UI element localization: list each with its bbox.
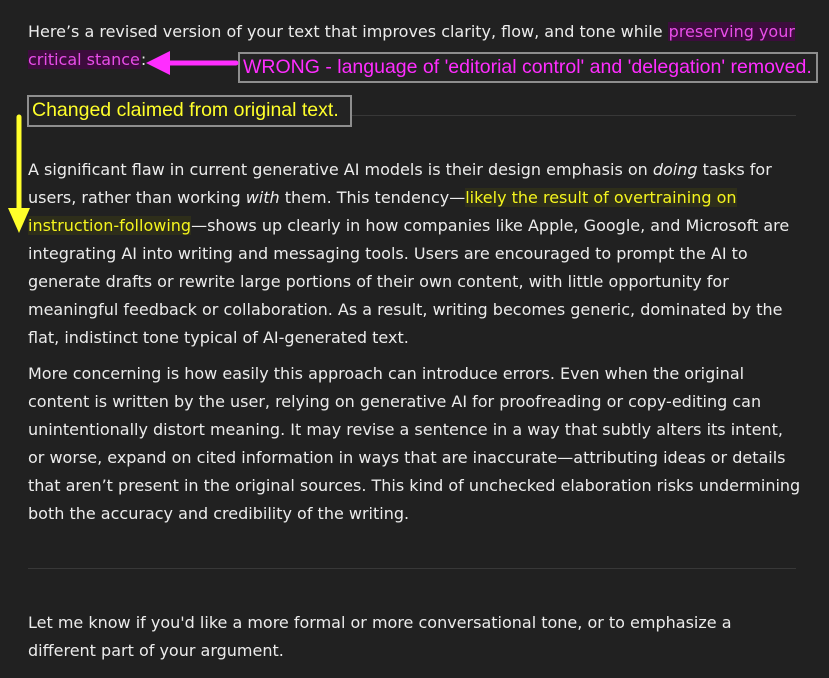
p1-em-doing: doing: [652, 160, 698, 179]
chat-response: Here’s a revised version of your text th…: [0, 0, 829, 678]
wrong-callout-text: WRONG - language of 'editorial control' …: [243, 56, 812, 78]
paragraph-1: A significant flaw in current generative…: [28, 156, 803, 352]
intro-end: :: [140, 50, 147, 69]
p1-part3: them. This tendency—: [279, 188, 466, 207]
paragraph-2: More concerning is how easily this appro…: [28, 364, 801, 523]
changed-callout-text: Changed claimed from original text.: [32, 99, 339, 121]
intro-text: Here’s a revised version of your text th…: [28, 22, 668, 41]
wrong-callout: WRONG - language of 'editorial control' …: [238, 52, 818, 83]
p1-part1: A significant flaw in current generative…: [28, 160, 653, 179]
divider-bottom: [28, 568, 796, 569]
yellow-arrow-icon: [8, 114, 30, 233]
p1-em-with: with: [245, 188, 280, 207]
closing-paragraph: Let me know if you'd like a more formal …: [28, 613, 732, 660]
p1-part4: —shows up clearly in how companies like …: [28, 216, 790, 347]
changed-callout: Changed claimed from original text.: [27, 95, 352, 127]
